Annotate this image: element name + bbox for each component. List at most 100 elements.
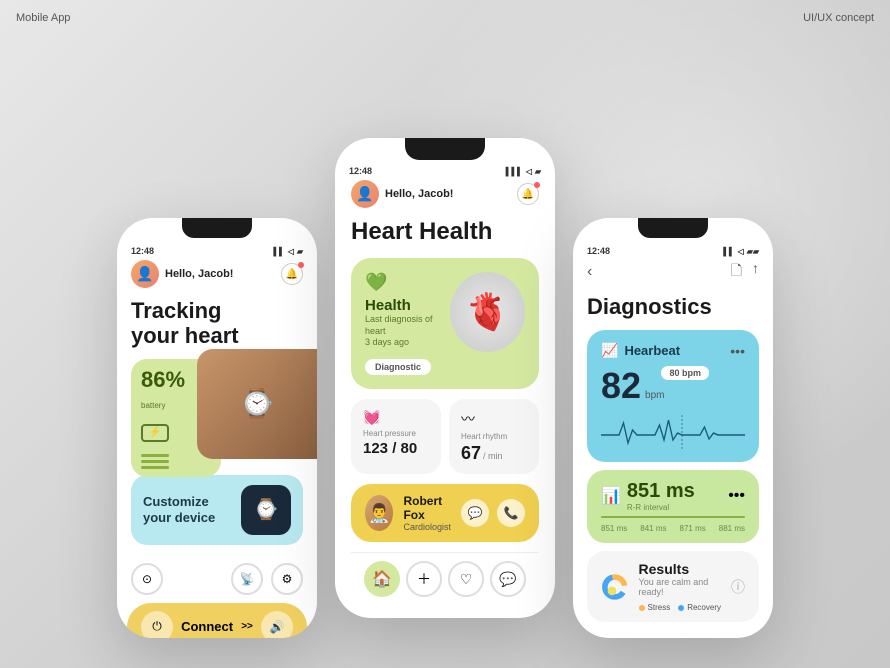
hb-unit: bpm	[645, 390, 664, 401]
speaker-btn[interactable]: 🔊	[261, 611, 293, 638]
rr-line	[601, 516, 745, 518]
heart-rhythm-card: 〰 Heart rhythm 67 / min	[449, 399, 539, 474]
watch-img: ⌚	[241, 485, 291, 535]
phone-1: 12:48 ▌▌◁▰ Hello, Jacob! 🔔 Tracking your…	[117, 218, 317, 638]
hero-title-1: Tracking your heart	[131, 298, 303, 349]
connect-row: ⏻ Connect >> 🔊	[117, 603, 317, 638]
battery-bars	[141, 454, 169, 469]
doctor-name: Robert Fox	[403, 494, 451, 522]
rr-value: 851 ms	[627, 480, 695, 503]
chat-btn[interactable]: 💬	[461, 499, 489, 527]
doctor-card: 👨‍⚕️ Robert Fox Cardiologist 💬 📞	[351, 484, 539, 542]
battery-icon	[141, 424, 169, 442]
ecg-line	[601, 415, 745, 450]
notch-3	[638, 218, 708, 238]
nav-plus[interactable]: ＋	[406, 561, 442, 597]
rr-header: 📊 851 ms R-R interval •••	[601, 480, 745, 512]
notch-1	[182, 218, 252, 238]
status-icons-1: ▌▌◁▰	[273, 247, 303, 256]
health-card: 💚 Health Last diagnosis of heart 3 days …	[351, 258, 539, 389]
stress-label: Stress	[648, 603, 671, 612]
rhythm-unit: / min	[483, 451, 503, 461]
rhythm-icon: 〰	[461, 409, 527, 429]
results-chart	[601, 562, 629, 612]
avatar-2	[351, 180, 379, 208]
header-icons: 🗋 ↑	[731, 260, 759, 284]
heart-title: Heart Health	[351, 218, 539, 246]
rhythm-value: 67	[461, 443, 481, 464]
upload-icon[interactable]: ↑	[752, 260, 759, 284]
pressure-label: Heart pressure	[363, 429, 429, 438]
wrist-image: ⌚	[197, 349, 317, 459]
rr-marker-1: 841 ms	[640, 524, 666, 533]
greeting-1: Hello, Jacob!	[165, 268, 233, 280]
back-btn[interactable]: ‹	[587, 263, 592, 281]
connect-label[interactable]: Connect	[181, 619, 233, 634]
avatar-1	[131, 260, 159, 288]
diag-title: Diagnostics	[587, 294, 759, 320]
hb-title: Hearbeat	[624, 343, 680, 358]
power-btn[interactable]: ⏻	[141, 611, 173, 638]
results-info: Results You are calm and ready! Stress R…	[639, 561, 721, 612]
doc-icon[interactable]: 🗋	[731, 260, 742, 284]
diag-btn[interactable]: Diagnostic	[365, 359, 431, 375]
health-icon: 💚	[365, 272, 450, 293]
bottom-controls-1: ⊙ 📡 ⚙	[117, 555, 317, 603]
phones-container: 12:48 ▌▌◁▰ Hello, Jacob! 🔔 Tracking your…	[117, 138, 773, 638]
rr-dots[interactable]: •••	[728, 487, 745, 505]
customize-text: Customize your device	[143, 494, 215, 525]
results-title: Results	[639, 561, 721, 577]
p3-content: ‹ 🗋 ↑ Diagnostics 📈 Hearbeat ••• 82	[573, 260, 773, 630]
bell-icon-2[interactable]: 🔔	[517, 183, 539, 205]
status-icons-2: ▌▌▌◁▰	[506, 167, 541, 176]
hb-header: 📈 Hearbeat •••	[601, 342, 745, 359]
heart-pressure-card: 💓 Heart pressure 123 / 80	[351, 399, 441, 474]
page-label-right: UI/UX concept	[803, 12, 874, 24]
health-sub: Last diagnosis of heart 3 days ago	[365, 314, 450, 349]
bottom-nav: 🏠 ＋ ♡ 💬	[351, 552, 539, 605]
rr-label: R-R interval	[627, 503, 695, 512]
heart-3d: 🫀	[450, 272, 525, 352]
page-label-left: Mobile App	[16, 12, 70, 24]
rhythm-label: Heart rhythm	[461, 432, 527, 441]
doctor-avatar: 👨‍⚕️	[365, 495, 393, 531]
doctor-actions: 💬 📞	[461, 499, 525, 527]
results-info-icon[interactable]: ⓘ	[731, 577, 745, 597]
greeting-2: Hello, Jacob!	[385, 188, 453, 200]
health-label: Health	[365, 297, 450, 314]
customize-card: Customize your device ⌚	[131, 475, 303, 545]
rr-marker-0: 851 ms	[601, 524, 627, 533]
metrics-row: 💓 Heart pressure 123 / 80 〰 Heart rhythm…	[351, 399, 539, 474]
legend-recovery: Recovery	[678, 603, 721, 612]
connect-arrows: >>	[241, 621, 253, 632]
heartbeat-card: 📈 Hearbeat ••• 82 bpm 80 bpm	[587, 330, 759, 462]
results-sub: You are calm and ready!	[639, 577, 721, 597]
wifi-btn[interactable]: 📡	[231, 563, 263, 595]
nav-heart[interactable]: ♡	[448, 561, 484, 597]
p2-content: Hello, Jacob! 🔔 Heart Health 💚 Health La…	[335, 180, 555, 615]
phone-2: 12:48 ▌▌▌◁▰ Hello, Jacob! 🔔 Heart Health	[335, 138, 555, 618]
nav-chat[interactable]: 💬	[490, 561, 526, 597]
legend-stress: Stress	[639, 603, 671, 612]
rr-marker-2: 871 ms	[680, 524, 706, 533]
call-btn[interactable]: 📞	[497, 499, 525, 527]
ctrl-btn-left[interactable]: ⊙	[131, 563, 163, 595]
stress-dot	[639, 605, 645, 611]
bell-dot-2	[534, 182, 540, 188]
status-icons-3: ▌▌◁▰▰	[723, 247, 759, 256]
settings-btn[interactable]: ⚙	[271, 563, 303, 595]
hb-dots[interactable]: •••	[730, 343, 745, 359]
p1-content: Hello, Jacob! 🔔 Tracking your heart 86% …	[117, 260, 317, 555]
hb-icon: 📈	[601, 342, 618, 359]
rr-marker-3: 881 ms	[719, 524, 745, 533]
nav-home[interactable]: 🏠	[364, 561, 400, 597]
bell-icon-1[interactable]: 🔔	[281, 263, 303, 285]
greeting-row-1: Hello, Jacob! 🔔	[131, 260, 303, 288]
pressure-value: 123 / 80	[363, 440, 429, 457]
hb-bpm: 82	[601, 365, 641, 407]
results-card: Results You are calm and ready! Stress R…	[587, 551, 759, 622]
rr-card: 📊 851 ms R-R interval ••• 851 ms 841 ms …	[587, 470, 759, 543]
time-1: 12:48	[131, 246, 154, 256]
time-2: 12:48	[349, 166, 372, 176]
time-3: 12:48	[587, 246, 610, 256]
